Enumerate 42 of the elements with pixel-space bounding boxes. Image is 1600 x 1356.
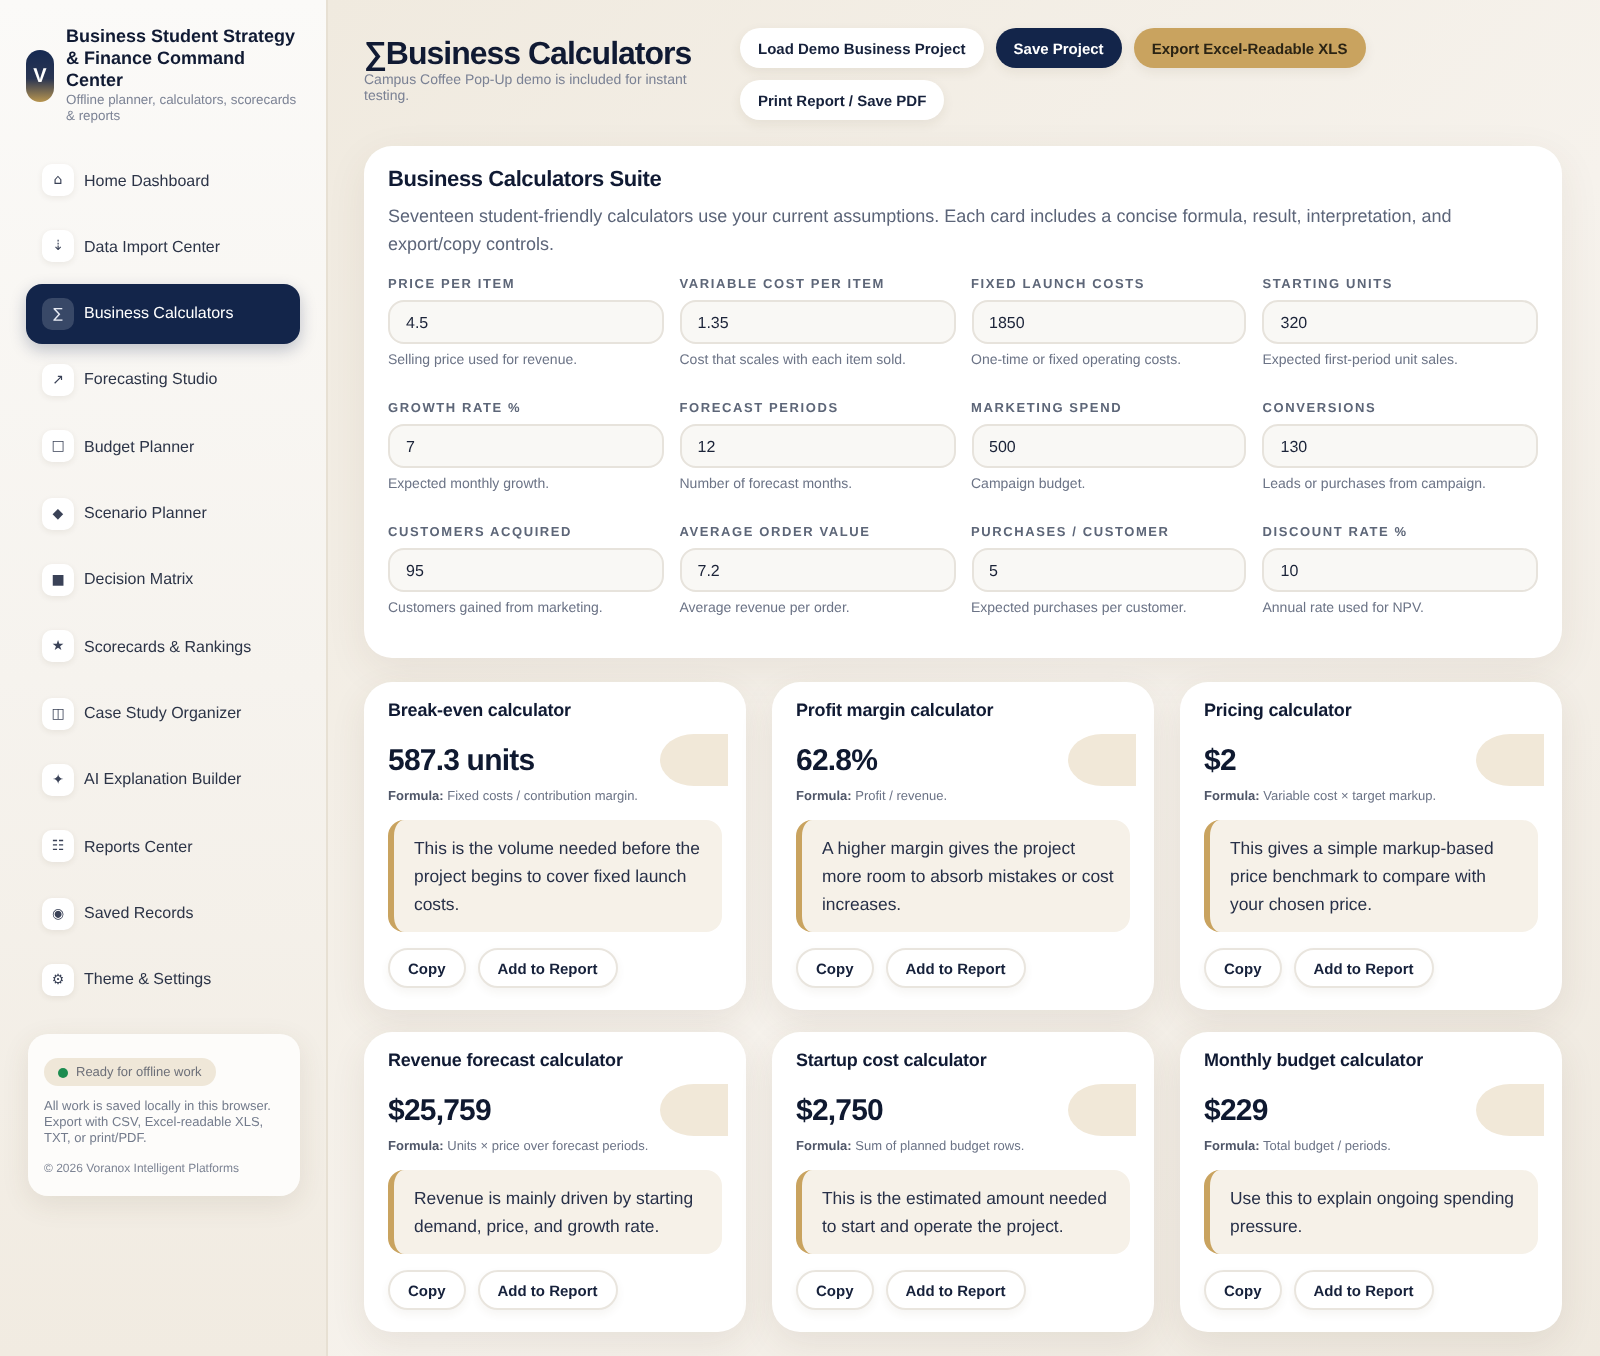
input-field[interactable]: 10 — [1262, 548, 1538, 592]
input-field[interactable]: 7 — [388, 424, 664, 468]
input-field[interactable]: 4.5 — [388, 300, 664, 344]
half-disc-icon — [660, 734, 728, 786]
half-disc-icon — [1068, 734, 1136, 786]
interpretation-note: Revenue is mainly driven by starting demand, price, and growth rate. — [388, 1170, 722, 1254]
card-title: Monthly budget calculator — [1204, 1048, 1426, 1072]
card-title: Revenue forecast calculator — [388, 1048, 625, 1072]
card-title: Pricing calculator — [1204, 698, 1354, 722]
half-disc-icon — [1068, 1084, 1136, 1136]
card-title: Startup cost calculator — [796, 1048, 989, 1072]
app-title: Business Student Strategy & Finance Command Center — [66, 26, 298, 92]
interpretation-note: This gives a simple markup-based price benchmark to compare with your chosen price. — [1204, 820, 1538, 932]
page-title: ∑Business Calculators — [364, 38, 694, 73]
interpretation-note: This is the estimated amount needed to start and operate the project. — [796, 1170, 1130, 1254]
input-field[interactable]: 95 — [388, 548, 664, 592]
half-disc-icon — [1476, 734, 1544, 786]
input-field[interactable]: 320 — [1262, 300, 1538, 344]
section-description: Seventeen student-friendly calculators use your current assumptions. Each card includes a concise formula, result, interpretation, and export/copy controls. — [388, 204, 1454, 258]
interpretation-note: This is the volume needed before the project begins to cover fixed launch costs. — [388, 820, 722, 932]
input-field[interactable]: 500 — [971, 424, 1247, 468]
result-value: $2 — [1204, 743, 1236, 777]
input-field[interactable]: 1.35 — [679, 300, 955, 344]
result-value: $2,750 — [796, 1093, 883, 1127]
result-value: $25,759 — [388, 1093, 491, 1127]
half-disc-icon — [660, 1084, 728, 1136]
half-disc-icon — [1476, 1084, 1544, 1136]
card-title: Break-even calculator — [388, 698, 573, 722]
result-value: 587.3 units — [388, 743, 535, 777]
input-field[interactable]: 1850 — [971, 300, 1247, 344]
interpretation-note: A higher margin gives the project more room to absorb mistakes or cost increases. — [796, 820, 1130, 932]
section-title: Business Calculators Suite — [388, 168, 664, 194]
interpretation-note: Use this to explain ongoing spending pressure. — [1204, 1170, 1538, 1254]
status-dot-icon — [58, 1067, 68, 1078]
input-field[interactable]: 5 — [971, 548, 1247, 592]
result-value: 62.8% — [796, 743, 878, 777]
app-logo: V — [26, 50, 54, 102]
input-field[interactable]: 130 — [1262, 424, 1538, 468]
result-value: $229 — [1204, 1093, 1268, 1127]
card-title: Profit margin calculator — [796, 698, 996, 722]
input-field[interactable]: 7.2 — [679, 548, 955, 592]
input-field[interactable]: 12 — [679, 424, 955, 468]
